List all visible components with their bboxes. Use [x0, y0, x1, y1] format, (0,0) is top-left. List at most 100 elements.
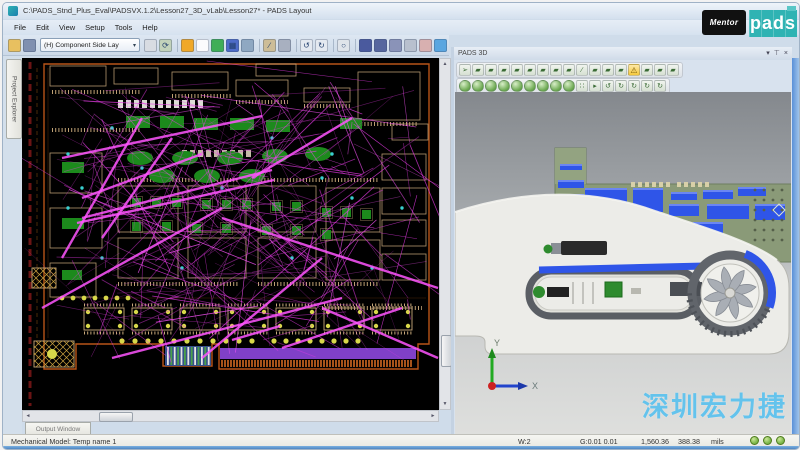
layer-selector-combo[interactable]: (H) Component Side Lay ▾	[40, 38, 140, 52]
scroll-left-icon[interactable]: ◄	[23, 411, 33, 421]
blank-document-icon[interactable]	[196, 39, 209, 52]
pads-logo-text: pads	[750, 13, 796, 34]
measure-icon[interactable]: ∕	[576, 64, 588, 76]
pads-3d-header[interactable]: PADS 3D ▾ ⊤ ×	[454, 47, 792, 60]
menu-bar: File Edit View Setup Tools Help	[3, 20, 799, 35]
photo-view-icon[interactable]	[241, 39, 254, 52]
cross-probe-icon[interactable]: ▰	[589, 64, 601, 76]
toolbar-separator	[259, 39, 260, 52]
toolbar-separator	[296, 39, 297, 52]
spin-y-icon[interactable]: ↻	[641, 80, 653, 92]
board-green-icon[interactable]: ▰	[524, 64, 536, 76]
mentor-graphics-logo: Mentor	[702, 10, 746, 35]
board-setup-icon[interactable]	[181, 39, 194, 52]
status-indicator-3[interactable]	[776, 436, 785, 445]
grid-dots-icon[interactable]: ∷	[576, 80, 588, 92]
axis-y-label: Y	[494, 338, 500, 348]
menu-tools[interactable]: Tools	[110, 22, 138, 33]
status-model: Mechanical Model: Temp name 1	[11, 437, 116, 446]
pick-arrow-icon[interactable]: ▸	[589, 80, 601, 92]
panel-pin-icon[interactable]: ⊤	[774, 50, 780, 57]
redline-view-icon[interactable]	[144, 39, 157, 52]
spin-z-icon[interactable]: ↻	[654, 80, 666, 92]
eco-mode-icon[interactable]	[211, 39, 224, 52]
status-indicator-1[interactable]	[750, 436, 759, 445]
watermark: 深圳宏力捷	[642, 385, 787, 424]
window-right-border	[792, 58, 799, 435]
horizontal-scroll-thumb[interactable]	[99, 412, 133, 422]
pcb-layout-canvas[interactable]	[22, 58, 439, 410]
pan-3d-icon[interactable]: ▰	[472, 64, 484, 76]
undo-icon[interactable]: ↺	[300, 39, 313, 52]
add-route-icon[interactable]: ∕	[263, 39, 276, 52]
snap-point-icon[interactable]: ▰	[602, 64, 614, 76]
app-icon	[8, 6, 18, 16]
view-ortho-icon[interactable]	[550, 80, 562, 92]
design-grid-icon[interactable]: ▦	[226, 39, 239, 52]
move-mode-icon[interactable]	[278, 39, 291, 52]
zoom-dynamic-icon[interactable]: ▰	[563, 64, 575, 76]
pads-3d-toolbar-1: ➢▰▰▰▰▰▰▰▰∕▰▰▰⚠▰▰▰	[456, 62, 683, 78]
layer-selector-value: (H) Component Side Lay	[44, 42, 119, 49]
pads-3d-panel: PADS 3D ▾ ⊤ × ➢▰▰▰▰▰▰▰▰∕▰▰▰⚠▰▰▰ ∷▸↺↻↻↻↻ …	[454, 47, 792, 435]
dim-mode-icon[interactable]	[419, 39, 432, 52]
spin-x-icon[interactable]: ↻	[628, 80, 640, 92]
menu-file[interactable]: File	[9, 22, 31, 33]
3d-viewport[interactable]: YX深圳宏力捷	[455, 92, 791, 434]
rotate-ccw-icon[interactable]: ↺	[602, 80, 614, 92]
scroll-right-icon[interactable]: ►	[428, 411, 438, 421]
open-file-icon[interactable]	[8, 39, 21, 52]
pads-logo: pads	[749, 10, 797, 37]
redo-icon[interactable]: ↻	[315, 39, 328, 52]
panel-dropdown-icon[interactable]: ▾	[766, 50, 770, 57]
fit-view-icon[interactable]: ▰	[498, 64, 510, 76]
3d-wave-icon[interactable]	[434, 39, 447, 52]
status-grid: G:0.01 0.01	[580, 437, 618, 446]
main-toolbar: (H) Component Side Lay ▾ ⟳ ▦ ∕ ↺↻ ○	[3, 35, 449, 56]
horizontal-scrollbar[interactable]: ◄ ►	[22, 410, 439, 422]
menu-edit[interactable]: Edit	[31, 22, 54, 33]
view-back-icon[interactable]	[511, 80, 523, 92]
mirror-view-icon[interactable]: ▰	[615, 64, 627, 76]
shaded-view-icon[interactable]: ▰	[511, 64, 523, 76]
view-front-icon[interactable]	[498, 80, 510, 92]
refresh-icon[interactable]: ⟳	[159, 39, 172, 52]
board-blue-icon[interactable]: ▰	[537, 64, 549, 76]
view-top-icon[interactable]	[472, 80, 484, 92]
rotate-3d-icon[interactable]: ▰	[485, 64, 497, 76]
select-icon[interactable]: ➢	[459, 64, 471, 76]
zoom-icon[interactable]: ○	[337, 39, 350, 52]
menu-setup[interactable]: Setup	[80, 22, 110, 33]
snapshot-icon[interactable]: ▰	[641, 64, 653, 76]
export-3d-icon[interactable]: ▰	[667, 64, 679, 76]
collision-warning-icon[interactable]: ⚠	[628, 64, 640, 76]
window-title: C:\PADS_Stnd_Plus_Eval\PADSVX.1.2\Lesson…	[23, 6, 312, 15]
menu-help[interactable]: Help	[137, 22, 162, 33]
combo-arrow-icon[interactable]: ▾	[133, 42, 136, 49]
vertical-scrollbar[interactable]: ▲ ▼	[439, 58, 451, 410]
project-explorer-tab[interactable]: Project Explorer	[6, 59, 22, 139]
scroll-down-icon[interactable]: ▼	[440, 399, 450, 409]
window-bottom-border	[3, 446, 799, 449]
toolbar-separator	[355, 39, 356, 52]
title-bar[interactable]: C:\PADS_Stnd_Plus_Eval\PADSVX.1.2\Lesson…	[3, 3, 799, 19]
panel-close-icon[interactable]: ×	[784, 50, 788, 57]
view-right-icon[interactable]	[537, 80, 549, 92]
menu-view[interactable]: View	[54, 22, 80, 33]
view-iso-icon[interactable]	[459, 80, 471, 92]
rotate-cw-icon[interactable]: ↻	[615, 80, 627, 92]
view-bottom-icon[interactable]	[485, 80, 497, 92]
filter-design-icon[interactable]	[359, 39, 372, 52]
status-x: 1,560.36	[641, 437, 669, 446]
status-indicator-2[interactable]	[763, 436, 772, 445]
filter-edit-icon[interactable]	[374, 39, 387, 52]
pcb-artwork	[22, 58, 439, 410]
new-window-icon[interactable]	[404, 39, 417, 52]
save-icon[interactable]	[23, 39, 36, 52]
view-left-icon[interactable]	[524, 80, 536, 92]
zoom-window-icon[interactable]: ▰	[550, 64, 562, 76]
view-custom-icon[interactable]	[563, 80, 575, 92]
filter-route-icon[interactable]	[389, 39, 402, 52]
scroll-up-icon[interactable]: ▲	[440, 59, 450, 69]
copy-image-icon[interactable]: ▰	[654, 64, 666, 76]
